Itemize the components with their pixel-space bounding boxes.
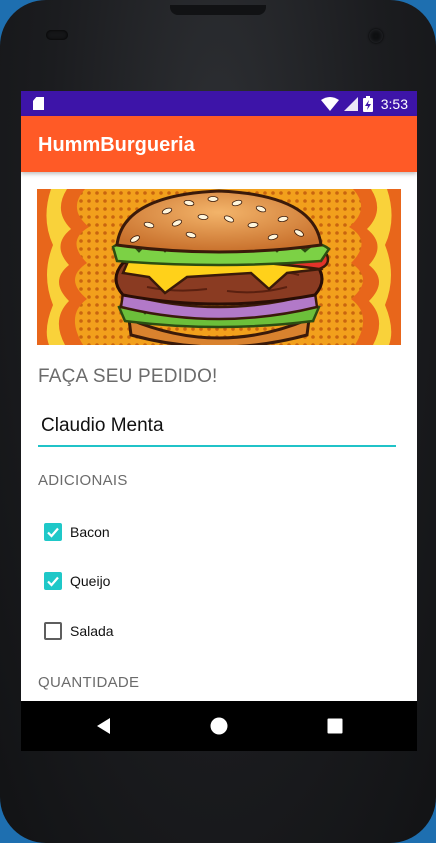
status-icons: 3:53	[320, 91, 408, 116]
device-speaker	[170, 5, 266, 15]
back-icon[interactable]	[94, 716, 114, 736]
order-heading: FAÇA SEU PEDIDO!	[38, 366, 218, 387]
queijo-checkbox[interactable]	[44, 572, 62, 590]
signal-icon	[343, 96, 358, 111]
battery-charging-icon	[362, 95, 373, 112]
home-icon[interactable]	[209, 716, 229, 736]
salada-label: Salada	[70, 623, 114, 639]
navigation-bar	[21, 701, 417, 751]
queijo-checkbox-row[interactable]: Queijo	[44, 569, 110, 593]
status-time: 3:53	[380, 95, 408, 112]
front-camera-icon	[369, 29, 383, 43]
bacon-label: Bacon	[70, 524, 110, 540]
queijo-label: Queijo	[70, 573, 111, 589]
bacon-checkbox-row[interactable]: Bacon	[44, 520, 110, 544]
customer-name-input[interactable]	[41, 415, 391, 437]
customer-name-field[interactable]	[38, 407, 396, 447]
device-frame: 3:53 HummBurgueria FAÇA SEU PEDIDO! Clau…	[0, 0, 436, 843]
quantidade-label: QUANTIDADE	[38, 674, 140, 691]
sd-card-icon	[33, 97, 44, 110]
adicionais-label: ADICIONAIS	[38, 472, 128, 489]
salada-checkbox[interactable]	[44, 622, 62, 640]
checkmark-icon	[47, 576, 59, 587]
bacon-checkbox[interactable]	[44, 523, 62, 541]
app-title: HummBurgueria	[38, 134, 195, 156]
app-bar: HummBurgueria	[21, 116, 417, 172]
screen: 3:53 HummBurgueria FAÇA SEU PEDIDO! Clau…	[21, 91, 417, 751]
wifi-icon	[320, 96, 339, 111]
burger-banner-image	[37, 189, 401, 345]
checkmark-icon	[47, 527, 59, 538]
device-sensor	[46, 30, 68, 40]
recents-icon[interactable]	[325, 716, 345, 736]
status-bar: 3:53	[21, 91, 417, 116]
salada-checkbox-row[interactable]: Salada	[44, 619, 114, 643]
